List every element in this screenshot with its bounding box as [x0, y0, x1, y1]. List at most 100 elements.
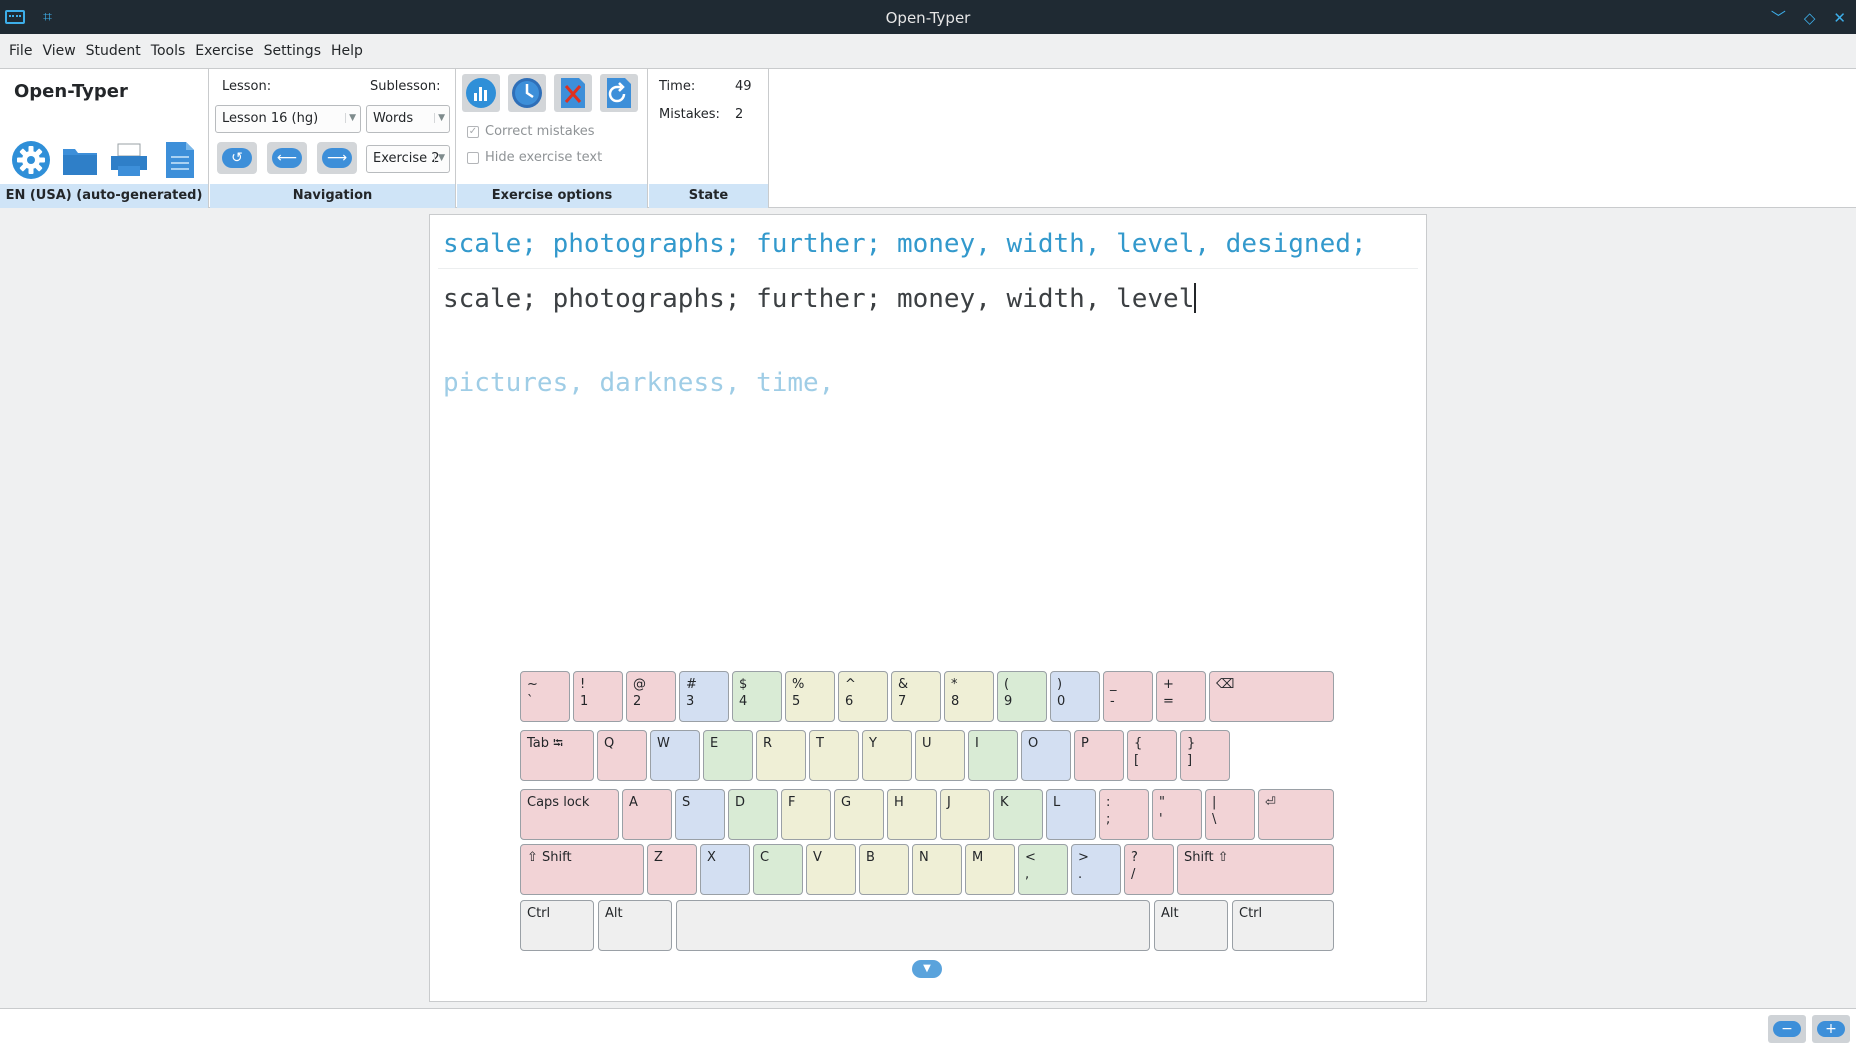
divider	[438, 268, 1418, 269]
correct-mistakes-option[interactable]: ✓ Correct mistakes	[467, 124, 595, 139]
settings-button[interactable]	[10, 139, 52, 181]
exercise-select-value: Exercise 2	[373, 151, 440, 166]
exercise-options-label: Exercise options	[457, 184, 647, 208]
key-h: H	[887, 789, 937, 840]
hide-keyboard-button[interactable]: ▼	[912, 960, 942, 978]
new-document-button[interactable]	[159, 139, 201, 181]
key-right-ctrl: Ctrl	[1232, 900, 1334, 951]
timed-exercise-button[interactable]	[508, 74, 546, 112]
title-bar: ⌗ Open-Typer ﹀ ◇ ✕	[0, 0, 1856, 34]
key-2: @2	[626, 671, 676, 722]
key-enter: ⏎	[1258, 789, 1334, 840]
correct-mistakes-checkbox[interactable]: ✓	[467, 125, 479, 138]
key-j: J	[940, 789, 990, 840]
key-m: M	[965, 844, 1015, 895]
navigation-label: Navigation	[210, 184, 455, 208]
menu-tools[interactable]: Tools	[146, 43, 191, 59]
state-group: Time: 49 Mistakes: 2 State	[649, 69, 769, 208]
app-group: Open-Typer EN (USA) (auto-generated)	[0, 69, 209, 208]
printer-icon	[111, 143, 147, 176]
clock-icon	[512, 78, 542, 108]
typed-input-line[interactable]: scale; photographs; further; money, widt…	[443, 283, 1197, 314]
exercise-next-line: pictures, darkness, time,	[443, 368, 835, 398]
menu-settings[interactable]: Settings	[259, 43, 326, 59]
tool-panel: Open-Typer EN (USA) (auto-generated) Les…	[0, 68, 1856, 208]
key-d: D	[728, 789, 778, 840]
zoom-in-button[interactable]: +	[1812, 1015, 1850, 1043]
menu-view[interactable]: View	[37, 43, 80, 59]
key-left-bracket: {[	[1127, 730, 1177, 781]
repeat-icon: ↺	[222, 148, 252, 168]
hide-exercise-text-option[interactable]: Hide exercise text	[467, 150, 602, 165]
chevron-down-icon: ▼	[434, 113, 445, 123]
menu-file[interactable]: File	[4, 43, 37, 59]
sublesson-select[interactable]: Words ▼	[366, 105, 450, 133]
key-minus: _ -	[1103, 671, 1153, 722]
menu-exercise[interactable]: Exercise	[190, 43, 258, 59]
key-space	[676, 900, 1150, 951]
key-g: G	[834, 789, 884, 840]
key-c: C	[753, 844, 803, 895]
key-t: T	[809, 730, 859, 781]
text-cursor	[1194, 283, 1197, 313]
window-title: Open-Typer	[885, 9, 971, 27]
previous-exercise-button[interactable]: ⟵	[267, 142, 307, 174]
next-exercise-button[interactable]: ⟶	[317, 142, 357, 174]
key-e: E	[703, 730, 753, 781]
arrow-left-icon: ⟵	[272, 148, 302, 168]
menu-student[interactable]: Student	[81, 43, 146, 59]
gear-icon	[12, 141, 50, 179]
key-tab: Tab ⭾	[520, 730, 594, 781]
key-equals: + =	[1156, 671, 1206, 722]
delete-exercise-button[interactable]	[554, 74, 592, 112]
key-6: ^ 6	[838, 671, 888, 722]
minimize-icon[interactable]: ﹀	[1771, 7, 1786, 28]
bottom-bar: − +	[0, 1008, 1856, 1050]
exercise-select[interactable]: Exercise 2 ▼	[366, 145, 450, 173]
chevron-down-icon: ▼	[434, 153, 445, 163]
hide-exercise-text-checkbox[interactable]	[467, 151, 479, 164]
navigation-group: Lesson: Sublesson: Lesson 16 (hg) ▼ Word…	[210, 69, 456, 208]
revert-exercise-button[interactable]	[600, 74, 638, 112]
key-left-alt: Alt	[598, 900, 672, 951]
statistics-button[interactable]	[462, 74, 500, 112]
key-w: W	[650, 730, 700, 781]
time-label: Time:	[659, 79, 696, 94]
zoom-out-button[interactable]: −	[1768, 1015, 1806, 1043]
key-s: S	[675, 789, 725, 840]
key-caps-lock: Caps lock	[520, 789, 619, 840]
open-button[interactable]	[59, 139, 101, 181]
statistics-icon	[466, 78, 496, 108]
key-9: (9	[997, 671, 1047, 722]
app-brand: Open-Typer	[14, 81, 128, 102]
folder-icon	[63, 149, 97, 175]
key-z: Z	[647, 844, 697, 895]
key-f: F	[781, 789, 831, 840]
key-slash: ? /	[1124, 844, 1174, 895]
delete-icon	[561, 78, 585, 108]
menu-help[interactable]: Help	[326, 43, 368, 59]
key-left-ctrl: Ctrl	[520, 900, 594, 951]
key-right-bracket: }]	[1180, 730, 1230, 781]
key-o: O	[1021, 730, 1071, 781]
lesson-label: Lesson:	[222, 79, 272, 94]
keyboard: ~ ` ! 1 @2 #3 $4 % 5 ^ 6 & 7 * 8 (9 ) 0 _ - + = ⌫…	[520, 671, 1335, 951]
key-0: ) 0	[1050, 671, 1100, 722]
correct-mistakes-label: Correct mistakes	[485, 124, 595, 139]
key-a: A	[622, 789, 672, 840]
key-right-shift: Shift ⇧	[1177, 844, 1334, 895]
repeat-exercise-button[interactable]: ↺	[217, 142, 257, 174]
menu-bar: File View Student Tools Exercise Setting…	[0, 34, 1856, 68]
maximize-icon[interactable]: ◇	[1804, 9, 1816, 27]
document-icon	[166, 142, 194, 178]
lesson-select[interactable]: Lesson 16 (hg) ▼	[215, 105, 361, 133]
key-backspace: ⌫	[1209, 671, 1334, 722]
key-k: K	[993, 789, 1043, 840]
close-icon[interactable]: ✕	[1833, 9, 1846, 27]
print-button[interactable]	[108, 139, 150, 181]
key-v: V	[806, 844, 856, 895]
key-4: $4	[732, 671, 782, 722]
mistakes-label: Mistakes:	[659, 107, 720, 122]
key-left-shift: ⇧ Shift	[520, 844, 644, 895]
key-q: Q	[597, 730, 647, 781]
